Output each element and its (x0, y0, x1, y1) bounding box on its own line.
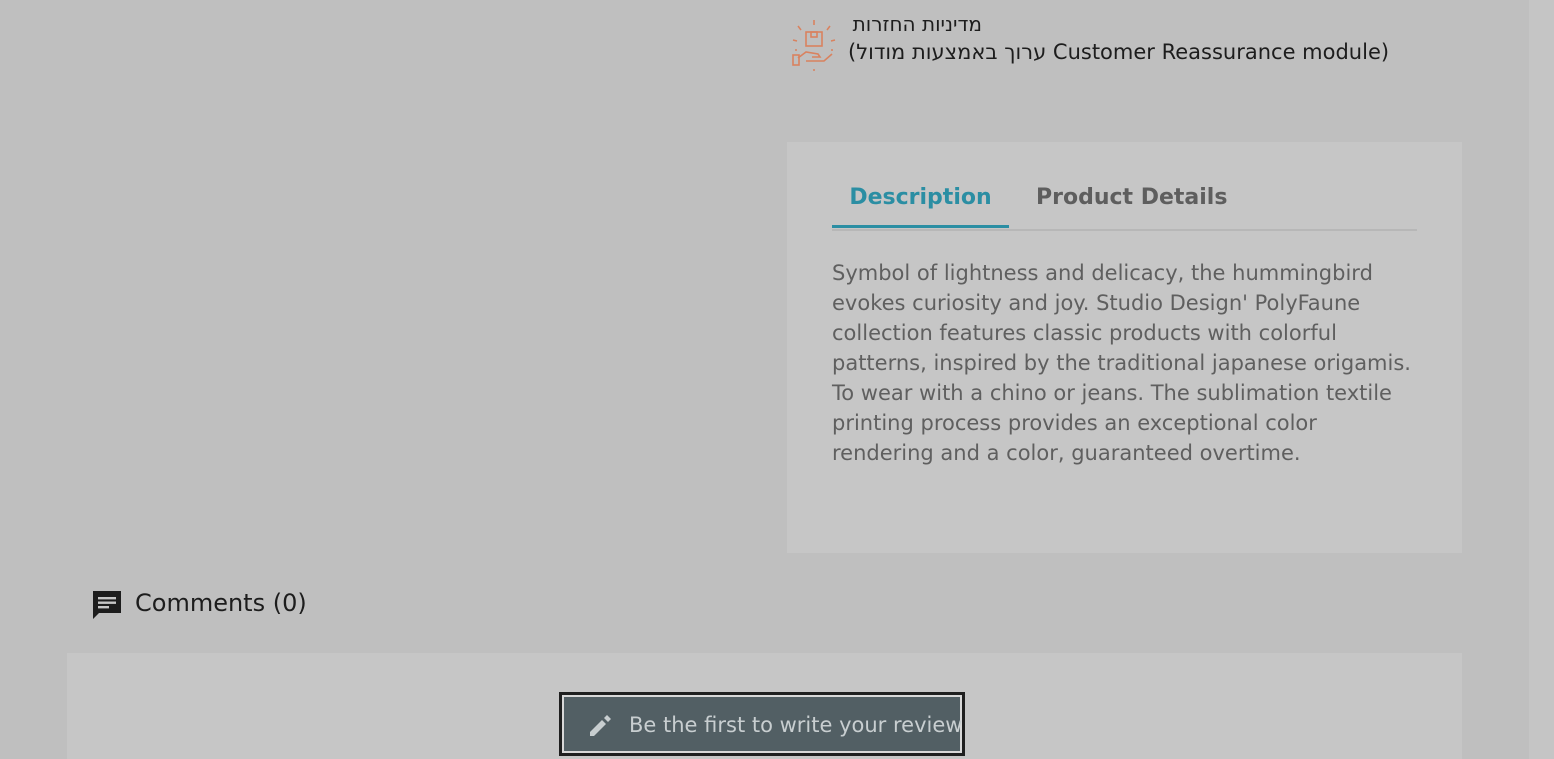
tab-bar: Description Product Details (832, 176, 1417, 231)
pencil-icon (586, 712, 614, 740)
write-review-button[interactable]: Be the first to write your review (559, 692, 965, 756)
comment-icon (90, 588, 124, 622)
product-description-text: Symbol of lightness and delicacy, the hu… (832, 261, 1411, 465)
reassurance-title: מדיניות החזרות (852, 12, 982, 36)
review-panel: Be the first to write your review (67, 653, 1462, 759)
customer-reassurance-block: מדיניות החזרות (ערוך באמצעות מודול Custo… (788, 10, 1408, 80)
product-tabs-card: Description Product Details Symbol of li… (787, 142, 1462, 553)
scrollbar[interactable] (1529, 0, 1554, 759)
tab-description[interactable]: Description (832, 176, 1009, 228)
write-review-label: Be the first to write your review (629, 713, 963, 737)
product-page: מדיניות החזרות (ערוך באמצעות מודול Custo… (0, 0, 1554, 759)
comments-title: Comments (0) (135, 589, 307, 617)
reassurance-description: (ערוך באמצעות מודול Customer Reassurance… (848, 40, 1390, 64)
tab-product-details[interactable]: Product Details (1036, 176, 1227, 227)
package-hand-icon (790, 18, 838, 74)
